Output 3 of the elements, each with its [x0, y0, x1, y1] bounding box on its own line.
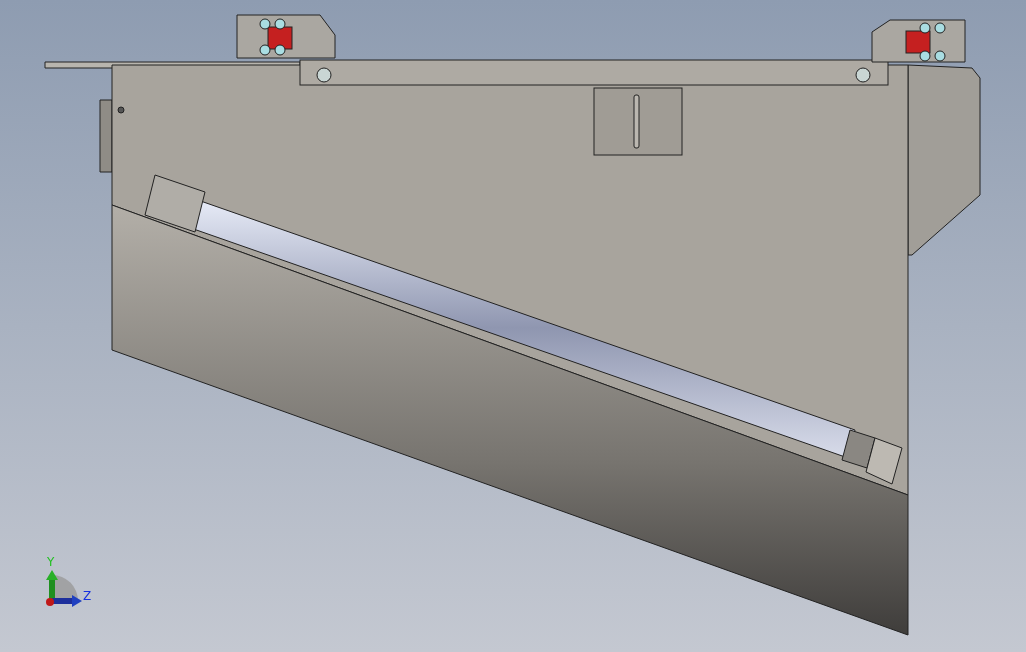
- axis-triad-icon: [46, 570, 82, 607]
- y-axis-label: Y: [47, 555, 55, 569]
- z-axis-label: Z: [83, 589, 92, 603]
